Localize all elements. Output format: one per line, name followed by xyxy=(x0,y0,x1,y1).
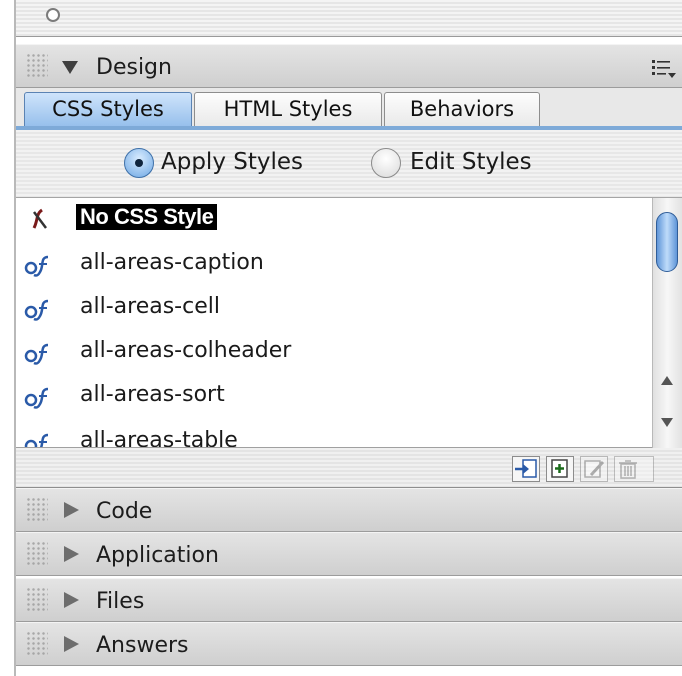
style-name: No CSS Style xyxy=(76,204,218,230)
grip-handle-icon[interactable] xyxy=(26,631,48,657)
application-panel-header[interactable]: Application xyxy=(16,532,682,576)
expanded-triangle-icon[interactable] xyxy=(62,61,78,74)
panel-title: Files xyxy=(96,589,145,614)
new-style-button[interactable] xyxy=(546,456,574,482)
style-name: all-areas-sort xyxy=(80,382,225,407)
panel-title: Code xyxy=(96,499,153,524)
window-title-strip xyxy=(16,0,682,37)
scrollbar-thumb[interactable] xyxy=(656,212,678,272)
edit-style-button[interactable] xyxy=(580,456,608,482)
grip-handle-icon[interactable] xyxy=(26,587,48,613)
edit-styles-radio[interactable] xyxy=(371,148,401,178)
delete-style-button[interactable] xyxy=(614,456,654,482)
design-panel-header[interactable]: Design xyxy=(16,44,682,88)
attach-stylesheet-button[interactable] xyxy=(512,456,540,482)
delete-style-icon xyxy=(619,460,637,479)
list-item[interactable]: all-areas-caption xyxy=(16,244,652,288)
code-panel-header[interactable]: Code xyxy=(16,488,682,532)
css-style-icon xyxy=(24,255,49,277)
list-item[interactable]: No CSS Style xyxy=(16,198,652,242)
list-item[interactable]: all-areas-colheader xyxy=(16,332,652,376)
collapsed-triangle-icon[interactable] xyxy=(64,502,79,518)
style-name: all-areas-table xyxy=(80,428,238,448)
style-mode-radio-group: Apply Styles Edit Styles xyxy=(16,130,682,198)
css-style-icon xyxy=(24,387,49,409)
grip-handle-icon[interactable] xyxy=(26,53,48,79)
css-style-icon xyxy=(24,299,49,321)
css-style-icon xyxy=(24,433,49,447)
answers-panel-header[interactable]: Answers xyxy=(16,622,682,666)
style-list-toolbar xyxy=(16,448,682,488)
tab-behaviors[interactable]: Behaviors xyxy=(384,92,540,126)
files-panel-header[interactable]: Files xyxy=(16,578,682,622)
tab-html-styles[interactable]: HTML Styles xyxy=(194,92,382,126)
list-item[interactable]: all-areas-cell xyxy=(16,288,652,332)
no-style-icon xyxy=(32,208,47,229)
style-list-scrollbar[interactable] xyxy=(652,198,682,448)
collapsed-triangle-icon[interactable] xyxy=(64,546,79,562)
list-item[interactable]: all-areas-table xyxy=(16,422,652,448)
collapsed-triangle-icon[interactable] xyxy=(64,592,79,608)
style-name: all-areas-caption xyxy=(80,250,264,275)
style-name: all-areas-cell xyxy=(80,294,220,319)
panel-title: Application xyxy=(96,543,219,568)
edit-styles-label[interactable]: Edit Styles xyxy=(410,149,532,175)
collapsed-triangle-icon[interactable] xyxy=(64,636,79,652)
tab-css-styles[interactable]: CSS Styles xyxy=(24,92,192,126)
attach-stylesheet-icon xyxy=(515,459,537,478)
panel-options-menu-icon[interactable] xyxy=(650,57,678,79)
design-tab-strip: CSS Styles HTML Styles Behaviors xyxy=(16,88,682,130)
panel-title: Design xyxy=(96,55,172,80)
collapse-window-button[interactable] xyxy=(46,8,60,22)
new-style-icon xyxy=(551,459,568,478)
panel-title: Answers xyxy=(96,633,189,658)
edit-style-icon xyxy=(584,460,605,478)
apply-styles-radio[interactable] xyxy=(124,148,154,178)
style-name: all-areas-colheader xyxy=(80,338,292,363)
grip-handle-icon[interactable] xyxy=(26,497,48,523)
apply-styles-label[interactable]: Apply Styles xyxy=(161,149,303,175)
scroll-up-arrow-icon[interactable] xyxy=(661,376,673,385)
css-style-list[interactable]: No CSS Style all-areas-caption all-areas… xyxy=(16,198,652,448)
list-item[interactable]: all-areas-sort xyxy=(16,376,652,420)
scroll-down-arrow-icon[interactable] xyxy=(661,418,673,427)
css-style-icon xyxy=(24,343,49,365)
grip-handle-icon[interactable] xyxy=(26,541,48,567)
